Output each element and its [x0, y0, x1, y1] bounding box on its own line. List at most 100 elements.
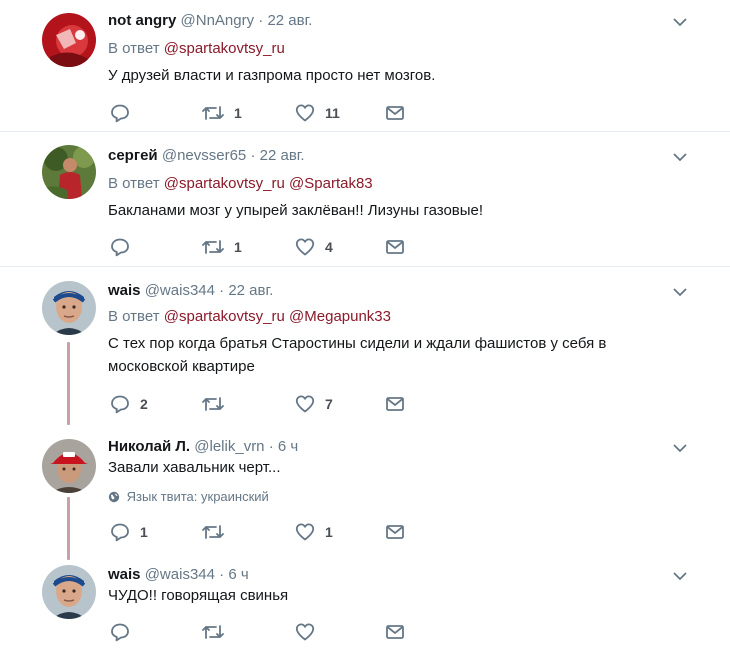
separator-dot: · — [258, 12, 264, 29]
retweet-icon — [202, 106, 224, 120]
tweet[interactable]: wais @wais344 · 6 ч ЧУДО!! говорящая сви… — [0, 557, 730, 650]
separator-dot: · — [219, 566, 225, 583]
retweet-count: 1 — [234, 239, 242, 255]
tweet-text: Бакланами мозг у упырей заклёван!! Лизун… — [108, 202, 484, 219]
caret-down-icon[interactable] — [672, 442, 688, 454]
like-icon — [295, 523, 315, 541]
reply-to-label: В ответ — [108, 40, 160, 57]
timestamp[interactable]: 6 ч — [278, 438, 298, 455]
author-handle[interactable]: @NnAngry — [181, 12, 255, 29]
message-icon — [386, 240, 404, 254]
tweet-header: wais @wais344 · 22 авг. — [108, 282, 273, 300]
author-name[interactable]: Николай Л. — [108, 438, 190, 455]
language-label: Язык твита: украинский — [126, 489, 269, 504]
tweet-text: У друзей власти и газпрома просто нет мо… — [108, 67, 436, 84]
caret-down-icon[interactable] — [672, 286, 688, 298]
retweet-button[interactable]: 1 — [202, 237, 242, 257]
retweet-button[interactable] — [202, 522, 234, 542]
tweet-header: not angry @NnAngry · 22 авг. — [108, 12, 312, 30]
direct-message-button[interactable] — [385, 622, 405, 642]
message-icon — [386, 106, 404, 120]
reply-to: В ответ @spartakovtsy_ru @Megapunk33 — [108, 308, 391, 325]
tweet[interactable]: not angry @NnAngry · 22 авг. В ответ @sp… — [0, 0, 730, 131]
separator-dot: · — [250, 147, 256, 164]
timestamp[interactable]: 22 авг. — [267, 12, 312, 29]
like-button[interactable]: 1 — [295, 522, 333, 542]
avatar[interactable] — [42, 145, 96, 199]
message-icon — [386, 397, 404, 411]
timestamp[interactable]: 22 авг. — [228, 282, 273, 299]
retweet-button[interactable] — [202, 394, 234, 414]
globe-icon — [108, 491, 120, 503]
tweet-language: Язык твита: украинский — [108, 489, 269, 504]
mention-link[interactable]: @Megapunk33 — [289, 308, 391, 325]
like-button[interactable]: 4 — [295, 237, 333, 257]
like-icon — [295, 623, 315, 641]
reply-button[interactable] — [110, 622, 140, 642]
retweet-icon — [202, 240, 224, 254]
mention-link[interactable]: @spartakovtsy_ru — [164, 175, 285, 192]
like-icon — [295, 238, 315, 256]
author-name[interactable]: wais — [108, 566, 141, 583]
tweet[interactable]: сергей @nevsser65 · 22 авг. В ответ @spa… — [0, 132, 730, 266]
direct-message-button[interactable] — [385, 103, 405, 123]
reply-to-label: В ответ — [108, 308, 160, 325]
direct-message-button[interactable] — [385, 394, 405, 414]
separator-dot: · — [219, 282, 225, 299]
reply-icon — [111, 104, 129, 123]
timestamp[interactable]: 22 авг. — [260, 147, 305, 164]
message-icon — [386, 525, 404, 539]
like-count: 4 — [325, 239, 333, 255]
author-handle[interactable]: @wais344 — [145, 282, 215, 299]
retweet-button[interactable] — [202, 622, 234, 642]
reply-icon — [111, 238, 129, 257]
author-handle[interactable]: @wais344 — [145, 566, 215, 583]
reply-button[interactable]: 1 — [110, 522, 148, 542]
retweet-icon — [202, 625, 224, 639]
reply-button[interactable]: 2 — [110, 394, 148, 414]
reply-icon — [111, 523, 129, 542]
tweet[interactable]: Николай Л. @lelik_vrn · 6 ч Завали хавал… — [0, 427, 730, 557]
retweet-button[interactable]: 1 — [202, 103, 242, 123]
like-button[interactable] — [295, 622, 325, 642]
like-count: 7 — [325, 396, 333, 412]
tweet-text: ЧУДО!! говорящая свинья — [108, 587, 289, 604]
timestamp[interactable]: 6 ч — [228, 566, 248, 583]
author-handle[interactable]: @nevsser65 — [162, 147, 246, 164]
caret-down-icon[interactable] — [672, 151, 688, 163]
direct-message-button[interactable] — [385, 522, 405, 542]
reply-icon — [111, 395, 129, 414]
retweet-icon — [202, 397, 224, 411]
separator-dot: · — [268, 438, 274, 455]
author-name[interactable]: wais — [108, 282, 141, 299]
message-icon — [386, 625, 404, 639]
reply-count: 1 — [140, 524, 148, 540]
reply-to-label: В ответ — [108, 175, 160, 192]
tweet-text: Завали хавальник черт... — [108, 459, 281, 476]
avatar[interactable] — [42, 439, 96, 493]
reply-button[interactable] — [110, 103, 140, 123]
author-name[interactable]: сергей — [108, 147, 158, 164]
tweet[interactable]: wais @wais344 · 22 авг. В ответ @spartak… — [0, 267, 730, 427]
caret-down-icon[interactable] — [672, 16, 688, 28]
direct-message-button[interactable] — [385, 237, 405, 257]
caret-down-icon[interactable] — [672, 570, 688, 582]
avatar[interactable] — [42, 281, 96, 335]
avatar[interactable] — [42, 13, 96, 67]
mention-link[interactable]: @Spartak83 — [289, 175, 373, 192]
mention-link[interactable]: @spartakovtsy_ru — [164, 40, 285, 57]
retweet-icon — [202, 525, 224, 539]
tweet-header: сергей @nevsser65 · 22 авг. — [108, 147, 305, 165]
reply-to: В ответ @spartakovtsy_ru — [108, 40, 285, 57]
author-handle[interactable]: @lelik_vrn — [194, 438, 264, 455]
mention-link[interactable]: @spartakovtsy_ru — [164, 308, 285, 325]
tweet-header: wais @wais344 · 6 ч — [108, 566, 249, 584]
author-name[interactable]: not angry — [108, 12, 176, 29]
like-count: 11 — [325, 105, 340, 121]
reply-count: 2 — [140, 396, 148, 412]
avatar[interactable] — [42, 565, 96, 619]
reply-button[interactable] — [110, 237, 140, 257]
like-button[interactable]: 7 — [295, 394, 333, 414]
like-icon — [295, 395, 315, 413]
like-button[interactable]: 11 — [295, 103, 340, 123]
